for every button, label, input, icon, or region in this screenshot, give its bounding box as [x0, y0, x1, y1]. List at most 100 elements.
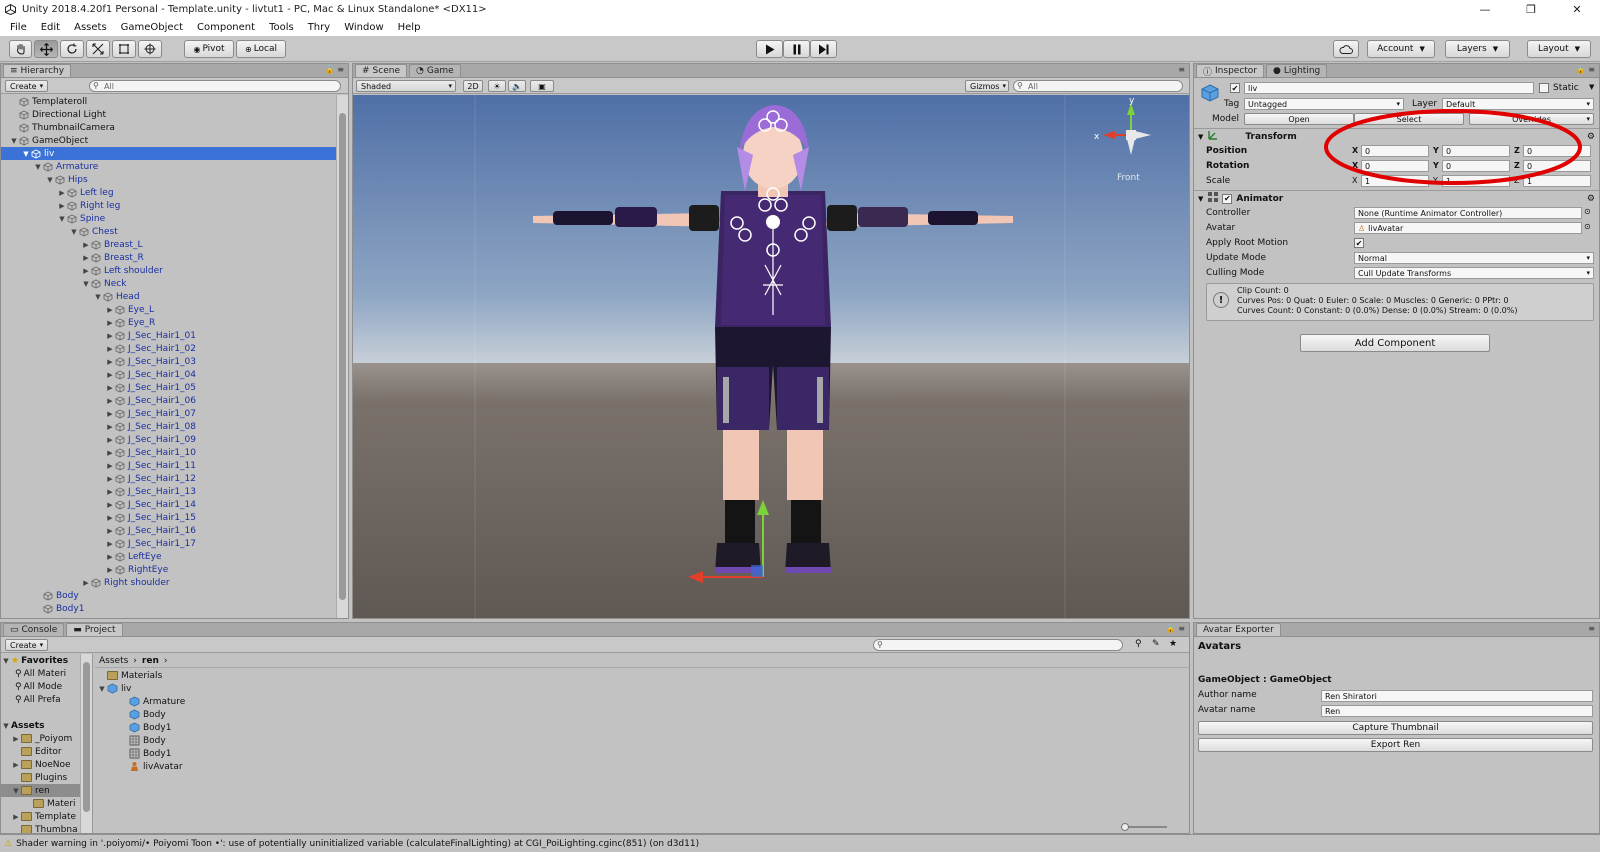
hierarchy-item[interactable]: ▶ J_Sec_Hair1_14	[1, 498, 336, 511]
foldout-arrow-icon[interactable]: ▼	[57, 215, 67, 223]
restore-button[interactable]: ❐	[1508, 0, 1554, 18]
foldout-arrow-icon[interactable]: ▶	[81, 254, 91, 262]
hierarchy-item[interactable]: ▶ J_Sec_Hair1_15	[1, 511, 336, 524]
filter-label-icon[interactable]: ✎	[1152, 639, 1160, 649]
tab-avatar-exporter[interactable]: Avatar Exporter	[1196, 623, 1281, 636]
root-motion-checkbox[interactable]: ✔	[1354, 238, 1364, 248]
asset-folder-item[interactable]: Plugins	[1, 771, 92, 784]
effects-dropdown[interactable]: ▣	[530, 80, 554, 92]
asset-file-item[interactable]: Body	[95, 734, 1189, 747]
panel-menu-icon[interactable]: 🔒 ≡	[1576, 65, 1595, 74]
menu-window[interactable]: Window	[337, 22, 390, 33]
hierarchy-item[interactable]: ▶ Left shoulder	[1, 264, 336, 277]
tab-game[interactable]: ◔ Game	[409, 64, 461, 77]
object-picker-icon[interactable]: ⊙	[1584, 207, 1591, 216]
hierarchy-item[interactable]: ▶ J_Sec_Hair1_04	[1, 368, 336, 381]
hierarchy-item[interactable]: ▶ J_Sec_Hair1_06	[1, 394, 336, 407]
object-picker-icon[interactable]: ⊙	[1584, 222, 1591, 231]
foldout-arrow-icon[interactable]: ▶	[81, 241, 91, 249]
hierarchy-item[interactable]: ▼ Spine	[1, 212, 336, 225]
add-component-button[interactable]: Add Component	[1300, 334, 1490, 352]
tab-scene[interactable]: # Scene	[355, 64, 407, 77]
gizmos-dropdown[interactable]: Gizmos ▾	[965, 80, 1009, 92]
foldout-arrow-icon[interactable]: ▶	[105, 488, 115, 496]
hand-tool-button[interactable]	[9, 40, 32, 58]
controller-field[interactable]: None (Runtime Animator Controller)	[1354, 207, 1582, 219]
foldout-arrow-icon[interactable]: ▶	[105, 553, 115, 561]
pivot-toggle[interactable]: ◉ Pivot	[184, 40, 234, 58]
asset-file-item[interactable]: Body1	[95, 721, 1189, 734]
hierarchy-item[interactable]: ▼ Head	[1, 290, 336, 303]
hierarchy-item[interactable]: ▶ J_Sec_Hair1_07	[1, 407, 336, 420]
animator-header[interactable]: ▼ ✔ Animator ⚙	[1194, 190, 1599, 206]
hierarchy-item[interactable]: Body1	[1, 602, 336, 615]
hierarchy-item[interactable]: ▶ J_Sec_Hair1_16	[1, 524, 336, 537]
foldout-arrow-icon[interactable]: ▶	[105, 540, 115, 548]
shading-mode-dropdown[interactable]: Shaded ▾	[356, 80, 456, 92]
favorite-star-icon[interactable]: ★	[1169, 639, 1177, 649]
foldout-arrow-icon[interactable]: ▶	[105, 423, 115, 431]
hierarchy-item[interactable]: ▶ Breast_R	[1, 251, 336, 264]
audio-toggle[interactable]: 🔈	[508, 80, 526, 92]
hierarchy-item[interactable]: ▼ Chest	[1, 225, 336, 238]
foldout-arrow-icon[interactable]: ▼	[97, 685, 107, 693]
hierarchy-item[interactable]: ▼ GameObject	[1, 134, 336, 147]
close-button[interactable]: ✕	[1554, 0, 1600, 18]
foldout-arrow-icon[interactable]: ▶	[105, 345, 115, 353]
hierarchy-item[interactable]: ▶ J_Sec_Hair1_08	[1, 420, 336, 433]
menu-component[interactable]: Component	[190, 22, 262, 33]
hierarchy-item[interactable]: ▶ J_Sec_Hair1_11	[1, 459, 336, 472]
menu-thry[interactable]: Thry	[301, 22, 337, 33]
asset-file-item[interactable]: livAvatar	[95, 760, 1189, 773]
culling-mode-dropdown[interactable]: Cull Update Transforms	[1354, 267, 1594, 279]
foldout-arrow-icon[interactable]: ▶	[105, 462, 115, 470]
update-mode-dropdown[interactable]: Normal	[1354, 252, 1594, 264]
foldout-arrow-icon[interactable]: ▶	[81, 267, 91, 275]
foldout-arrow-icon[interactable]: ▼	[21, 150, 31, 158]
hierarchy-item[interactable]: Body	[1, 589, 336, 602]
foldout-arrow-icon[interactable]: ▶	[81, 579, 91, 587]
rect-tool-button[interactable]	[112, 40, 136, 58]
foldout-arrow-icon[interactable]: ▶	[105, 384, 115, 392]
static-checkbox[interactable]	[1539, 83, 1549, 93]
rotate-tool-button[interactable]	[60, 40, 84, 58]
filter-type-icon[interactable]: ⚲	[1135, 639, 1142, 649]
foldout-arrow-icon[interactable]: ▼	[93, 293, 103, 301]
foldout-arrow-icon[interactable]: ▼	[33, 163, 43, 171]
foldout-arrow-icon[interactable]: ▶	[11, 813, 21, 821]
asset-folder-item[interactable]: ▶ NoeNoe	[1, 758, 92, 771]
hierarchy-item[interactable]: ▶ Right leg	[1, 199, 336, 212]
foldout-arrow-icon[interactable]: ▶	[105, 397, 115, 405]
asset-folder-item[interactable]: Materi	[1, 797, 92, 810]
pause-button[interactable]	[783, 40, 810, 58]
foldout-arrow-icon[interactable]: ▶	[57, 202, 67, 210]
hierarchy-item[interactable]: ▶ J_Sec_Hair1_05	[1, 381, 336, 394]
hierarchy-item[interactable]: ▼ liv	[1, 147, 336, 160]
hierarchy-item[interactable]: ▶ J_Sec_Hair1_13	[1, 485, 336, 498]
avatar-name-field[interactable]: Ren	[1321, 705, 1593, 717]
scene-viewport[interactable]: y x Front	[353, 95, 1189, 618]
foldout-arrow-icon[interactable]: ▶	[105, 436, 115, 444]
tab-hierarchy[interactable]: ≡ Hierarchy	[3, 64, 72, 77]
foldout-arrow-icon[interactable]: ▶	[105, 358, 115, 366]
foldout-arrow-icon[interactable]: ▶	[105, 319, 115, 327]
menu-edit[interactable]: Edit	[34, 22, 67, 33]
hierarchy-item[interactable]: ▶ J_Sec_Hair1_17	[1, 537, 336, 550]
hierarchy-item[interactable]: ▶ RightEye	[1, 563, 336, 576]
hierarchy-item[interactable]: ▶ Eye_L	[1, 303, 336, 316]
icon-size-slider[interactable]	[1121, 823, 1167, 831]
foldout-arrow-icon[interactable]: ▶	[105, 527, 115, 535]
move-tool-button[interactable]	[34, 40, 58, 58]
foldout-arrow-icon[interactable]: ▼	[81, 280, 91, 288]
slider-thumb[interactable]	[1121, 823, 1129, 831]
breadcrumb-current[interactable]: ren	[142, 656, 159, 666]
hierarchy-item[interactable]: ThumbnailCamera	[1, 121, 336, 134]
menu-tools[interactable]: Tools	[262, 22, 301, 33]
status-bar[interactable]: ⚠ Shader warning in '.poiyomi/• Poiyomi …	[0, 834, 1600, 852]
mode-2d-toggle[interactable]: 2D	[463, 80, 483, 92]
capture-thumbnail-button[interactable]: Capture Thumbnail	[1198, 721, 1593, 735]
menu-assets[interactable]: Assets	[67, 22, 114, 33]
foldout-arrow-icon[interactable]: ▼	[45, 176, 55, 184]
component-settings-icon[interactable]: ⚙	[1587, 132, 1595, 142]
component-settings-icon[interactable]: ⚙	[1587, 194, 1595, 204]
